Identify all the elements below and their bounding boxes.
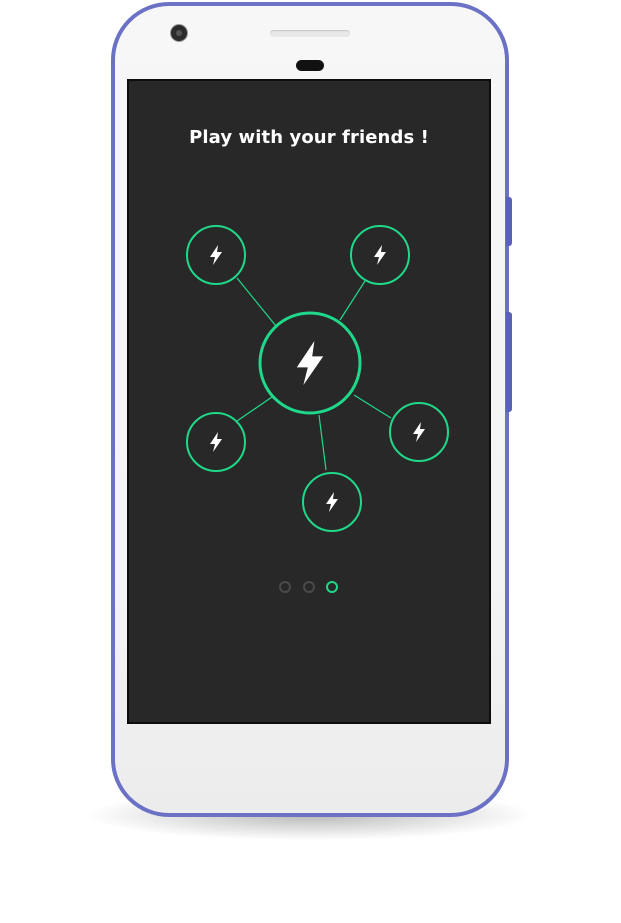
device-mockup: Play with your friends !: [0, 0, 621, 923]
power-button: [506, 197, 512, 246]
earpiece-speaker: [270, 30, 350, 37]
friend-node-bottom: [302, 472, 362, 532]
page-dot-1[interactable]: [279, 581, 291, 593]
friend-node-bottom-left: [186, 412, 246, 472]
connector-line: [353, 394, 392, 419]
connector-line: [236, 277, 277, 327]
friend-node-right: [389, 402, 449, 462]
connector-line: [236, 396, 273, 422]
friend-node-top-left: [186, 225, 246, 285]
center-node: [258, 311, 362, 415]
front-camera: [171, 25, 187, 41]
page-dot-3-active[interactable]: [326, 581, 338, 593]
page-dot-2[interactable]: [303, 581, 315, 593]
app-screen: Play with your friends !: [127, 79, 491, 724]
volume-button: [506, 312, 512, 412]
connector-line: [339, 280, 366, 321]
proximity-sensor: [296, 60, 324, 71]
connector-line: [318, 414, 327, 471]
friends-network-illustration: [186, 225, 449, 532]
friend-node-top-right: [350, 225, 410, 285]
